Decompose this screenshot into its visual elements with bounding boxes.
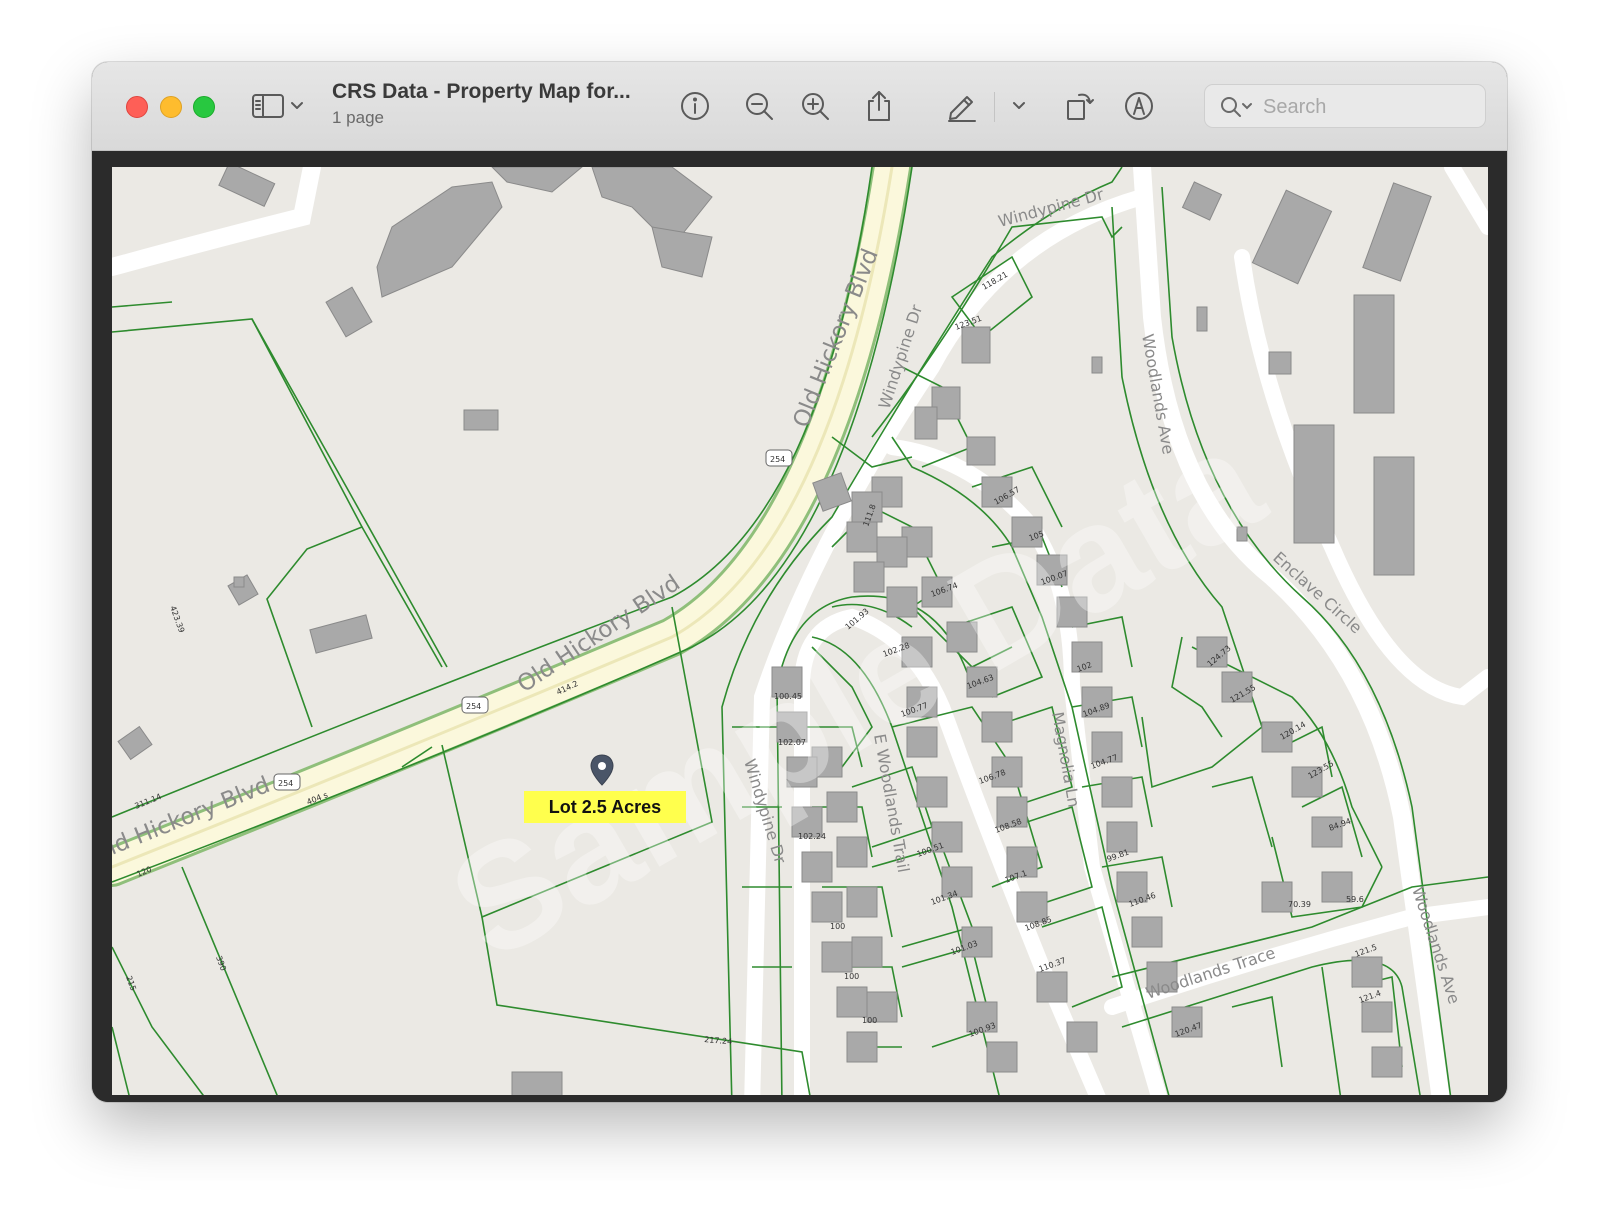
svg-text:254: 254 [770,455,785,464]
svg-text:102.07: 102.07 [778,738,806,747]
zoom-in-icon [802,93,829,120]
route-shield: 254 [461,696,489,714]
annotate-icon [1125,92,1153,120]
annotate-button[interactable] [1122,86,1156,126]
route-shield: 254 [765,449,793,467]
svg-text:100.45: 100.45 [774,692,802,701]
svg-text:254: 254 [466,702,481,711]
map-page[interactable]: Sample Data Old Hickory Blvd Old Hickory… [112,167,1488,1095]
property-map: Sample Data Old Hickory Blvd Old Hickory… [112,167,1488,1095]
info-button[interactable] [678,86,712,126]
svg-text:59.6: 59.6 [1346,895,1364,904]
location-pin-icon[interactable] [588,753,616,787]
svg-text:121.5: 121.5 [1354,943,1379,959]
info-icon [681,92,709,120]
zoom-out-icon [746,93,773,120]
svg-text:254: 254 [278,779,293,788]
svg-text:102.24: 102.24 [798,832,826,841]
document-area: Sample Data Old Hickory Blvd Old Hickory… [92,151,1507,1102]
minimize-button[interactable] [160,96,182,118]
zoom-in-button[interactable] [798,86,832,126]
dimension-label: 215 [124,975,138,992]
svg-text:70.39: 70.39 [1288,900,1311,909]
share-button[interactable] [862,86,896,126]
share-icon [868,91,890,121]
markup-menu-button[interactable] [1008,86,1030,126]
fullscreen-button[interactable] [193,96,215,118]
route-shield: 254 [273,773,301,791]
close-button[interactable] [126,96,148,118]
rotate-icon [1067,93,1094,120]
search-icon [1221,97,1252,117]
sidebar-toggle-button[interactable] [248,86,308,126]
title-bar: CRS Data - Property Map for... 1 page [92,62,1507,151]
dimension-label: 390 [214,955,228,972]
toolbar-divider [994,92,995,122]
search-field[interactable] [1204,84,1486,128]
svg-text:100: 100 [844,972,859,981]
chevron-down-icon [1013,102,1025,109]
dimension-label: 423.39 [168,605,186,634]
svg-text:100: 100 [862,1016,877,1025]
sidebar-toggle-icon [252,94,303,118]
svg-text:100: 100 [830,922,845,931]
document-title: CRS Data - Property Map for... [332,80,631,103]
search-input[interactable] [1261,91,1475,123]
lot-label[interactable]: Lot 2.5 Acres [524,791,686,823]
preview-window: CRS Data - Property Map for... 1 page Se… [92,62,1507,1102]
dimension-label: 217.24 [704,1035,733,1046]
page-count: 1 page [332,108,384,127]
markup-button[interactable] [944,86,980,126]
zoom-out-button[interactable] [742,86,776,126]
markup-pen-icon [948,96,976,122]
dimension-label: 311.14 [133,792,162,811]
rotate-button[interactable] [1062,86,1096,126]
